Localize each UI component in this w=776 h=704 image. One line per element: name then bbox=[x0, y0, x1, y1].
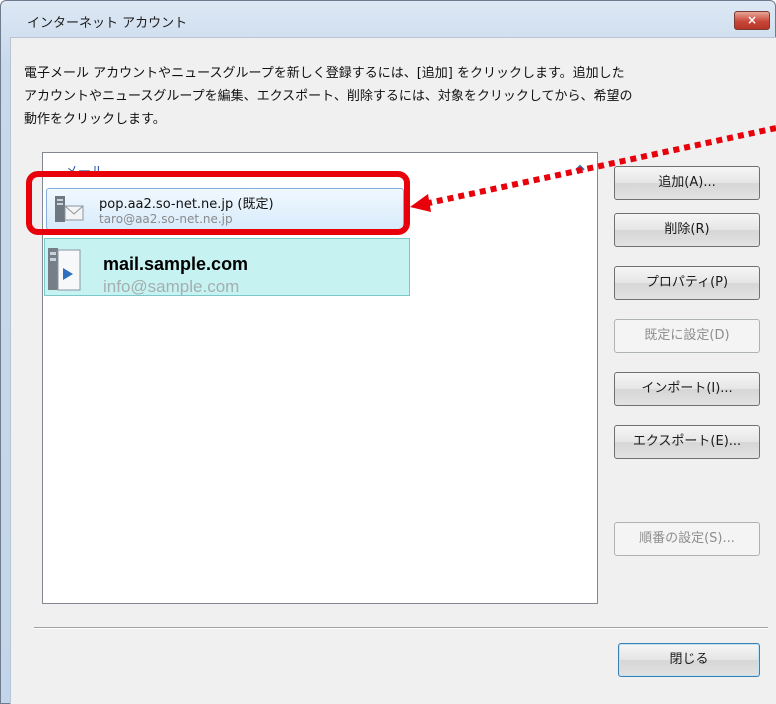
properties-button[interactable]: プロパティ(P) bbox=[614, 266, 760, 300]
add-button[interactable]: 追加(A)... bbox=[614, 166, 760, 200]
set-order-button[interactable]: 順番の設定(S)... bbox=[614, 522, 760, 556]
remove-button[interactable]: 削除(R) bbox=[614, 213, 760, 247]
import-button[interactable]: インポート(I)... bbox=[614, 372, 760, 406]
separator-line bbox=[34, 627, 768, 629]
set-default-button[interactable]: 既定に設定(D) bbox=[614, 319, 760, 353]
close-button[interactable]: 閉じる bbox=[618, 643, 760, 677]
export-button[interactable]: エクスポート(E)... bbox=[614, 425, 760, 459]
arrow-head-icon bbox=[410, 194, 431, 212]
